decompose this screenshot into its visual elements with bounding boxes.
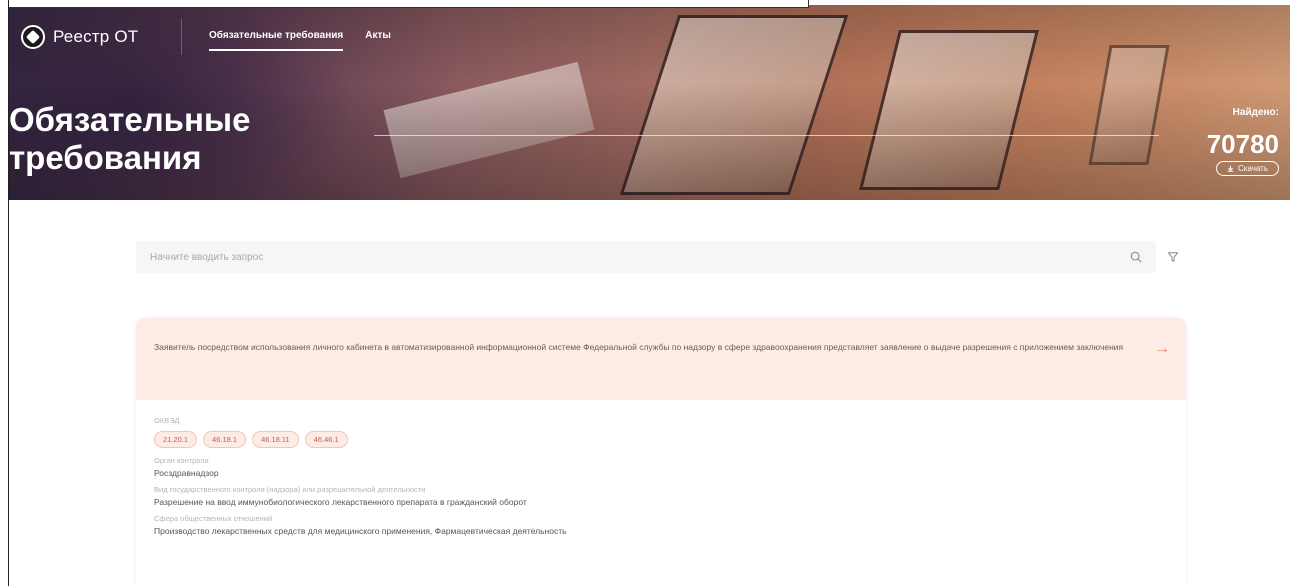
download-icon (1227, 165, 1234, 172)
sphere-label: Сфера общественных отношений (154, 514, 273, 523)
hero-divider-line (374, 135, 1159, 136)
arrow-right-icon[interactable]: → (1154, 340, 1170, 358)
control-type-value: Разрешение на ввод иммунобиологического … (154, 497, 527, 507)
card-body: ОКВЭД 21.20.1 46.18.1 46.18.11 46.46.1 О… (136, 400, 1186, 559)
page-frame: Реестр ОТ Обязательные требования Акты О… (8, 0, 1290, 586)
okved-chip[interactable]: 46.46.1 (304, 431, 348, 448)
okved-chip[interactable]: 46.18.1 (203, 431, 247, 448)
okved-chip[interactable]: 46.18.11 (252, 431, 299, 448)
hero-banner: Реестр ОТ Обязательные требования Акты О… (9, 5, 1290, 200)
sphere-value: Производство лекарственных средств для м… (154, 526, 567, 536)
browser-strip (9, 0, 809, 8)
main-nav: Обязательные требования Акты (209, 30, 391, 51)
okved-label: ОКВЭД (154, 416, 180, 425)
found-count: 70780 (1206, 129, 1279, 159)
download-button[interactable]: Скачать (1216, 161, 1279, 176)
control-body-label: Орган контроля (154, 456, 209, 465)
search-bar (136, 241, 1156, 273)
filter-icon[interactable] (1165, 249, 1181, 265)
control-body-value: Росздравнадзор (154, 468, 219, 478)
app-logo[interactable]: Реестр ОТ (21, 25, 138, 49)
logo-text: Реестр ОТ (53, 27, 139, 46)
nav-item-requirements[interactable]: Обязательные требования (209, 30, 344, 51)
search-icon[interactable] (1128, 249, 1144, 265)
search-input[interactable] (148, 250, 1128, 264)
card-header[interactable]: Заявитель посредством использования личн… (136, 318, 1186, 400)
download-label: Скачать (1238, 164, 1268, 173)
found-counter: Найдено: 70780 Скачать (1206, 107, 1279, 177)
found-label: Найдено: (1232, 107, 1279, 118)
okved-chip[interactable]: 21.20.1 (154, 431, 198, 448)
logo-icon (21, 25, 45, 49)
nav-item-acts[interactable]: Акты (365, 30, 391, 51)
requirement-card[interactable]: Заявитель посредством использования личн… (136, 318, 1186, 586)
card-title: Заявитель посредством использования личн… (154, 342, 1124, 352)
okved-chips: 21.20.1 46.18.1 46.18.11 46.46.1 (154, 431, 1168, 448)
page-title: Обязательные требования (9, 101, 251, 176)
control-type-label: Вид государственного контроля (надзора) … (154, 485, 426, 494)
nav-divider (181, 19, 182, 55)
